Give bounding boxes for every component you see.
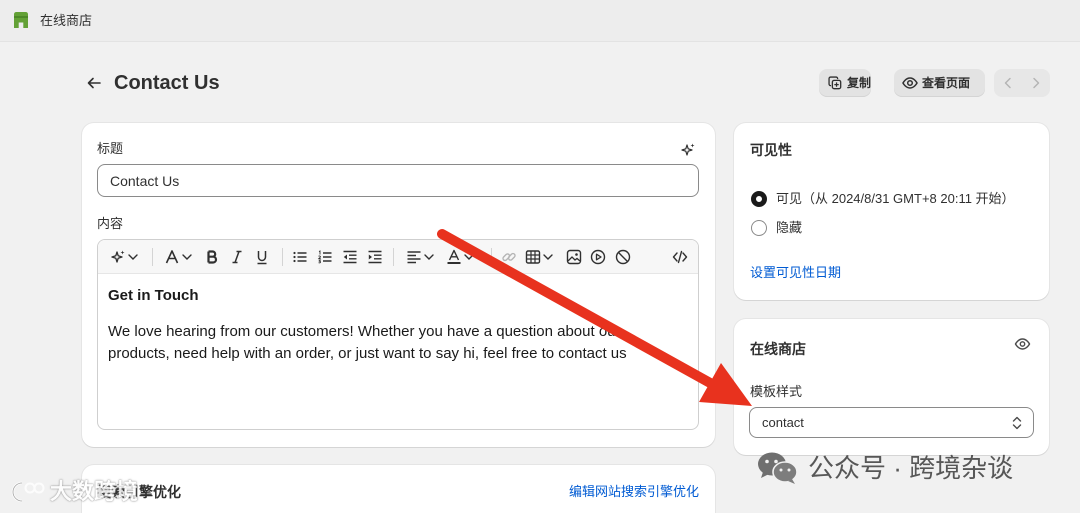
hidden-radio-label[interactable]: 隐藏 [776,220,802,236]
title-field-label: 标题 [97,141,124,156]
eye-icon[interactable] [1014,336,1031,352]
page-content-card: 标题 内容 [82,123,715,447]
align-left-icon [407,251,421,264]
set-visibility-date-link[interactable]: 设置可见性日期 [750,265,841,281]
content-field-label: 内容 [97,216,124,231]
template-label: 模板样式 [750,384,803,399]
eye-icon [902,77,918,89]
arrow-left-icon [87,77,101,89]
table-icon [525,250,541,264]
view-page-button[interactable]: 查看页面 [894,69,985,97]
text-color-dropdown[interactable] [446,248,474,266]
numbered-list-button[interactable] [317,248,333,266]
link-icon [502,252,516,262]
bold-icon [207,250,218,264]
link-button[interactable] [501,248,517,266]
toolbar-divider [491,248,492,266]
template-select-value: contact [762,415,804,430]
hidden-radio[interactable] [751,220,767,236]
view-page-label: 查看页面 [922,76,971,90]
video-button[interactable] [590,248,606,266]
block-button[interactable] [615,248,631,266]
select-chevrons-icon [1012,416,1022,430]
duplicate-icon [828,76,842,90]
back-button[interactable] [84,73,104,93]
toolbar-divider [282,248,283,266]
chevron-left-icon [1004,77,1011,89]
chevron-down-icon [464,254,474,260]
block-icon [615,249,631,265]
indent-icon [368,250,382,264]
code-icon [672,250,688,264]
table-dropdown[interactable] [525,248,553,266]
online-store-title: 在线商店 [750,341,806,357]
bullet-list-icon [293,251,307,263]
sparkle-icon [111,250,125,263]
template-select[interactable]: contact [749,407,1034,438]
sparkle-icon[interactable] [680,142,696,158]
ai-tools-dropdown[interactable] [110,248,138,266]
store-label: 在线商店 [40,13,93,28]
title-input[interactable] [97,164,699,197]
align-dropdown[interactable] [406,248,434,266]
content-heading: Get in Touch [108,287,199,304]
italic-icon [232,250,242,264]
online-store-logo-icon[interactable] [11,10,31,30]
italic-button[interactable] [229,248,245,266]
visibility-title: 可见性 [750,142,792,158]
bullet-list-button[interactable] [292,248,308,266]
indent-button[interactable] [367,248,383,266]
previous-page-button[interactable] [994,69,1022,97]
chevron-down-icon [182,254,192,260]
outdent-icon [343,250,357,264]
visible-radio[interactable] [751,191,767,207]
top-bar: 在线商店 [0,0,1080,42]
chevron-down-icon [128,254,138,260]
chevron-down-icon [424,254,434,260]
bold-button[interactable] [204,248,220,266]
outdent-button[interactable] [342,248,358,266]
next-page-button[interactable] [1022,69,1050,97]
visible-radio-label[interactable]: 可见（从 2024/8/31 GMT+8 20:11 开始） [776,191,1015,207]
image-icon [566,249,582,265]
toolbar-divider [393,248,394,266]
image-button[interactable] [566,248,582,266]
wechat-watermark: 公众号 · 跨境杂谈 [808,453,1014,483]
chevron-right-icon [1033,77,1040,89]
font-style-dropdown[interactable] [164,248,192,266]
page-title: Contact Us [114,72,220,94]
code-view-button[interactable] [672,248,688,266]
underline-icon [257,251,267,265]
rich-text-editor[interactable]: Get in Touch We love hearing from our cu… [97,239,699,430]
text-color-icon [447,249,461,264]
online-store-card: 在线商店 模板样式 contact [734,319,1049,455]
underline-button[interactable] [254,248,270,266]
numbered-list-icon [317,250,332,264]
font-style-icon [165,250,179,264]
editor-body[interactable]: Get in Touch We love hearing from our cu… [108,286,668,365]
content-paragraph: We love hearing from our customers! Whet… [108,323,627,362]
editor-toolbar [98,240,698,274]
video-icon [590,249,606,265]
duplicate-button[interactable]: 复制 [819,69,871,97]
wechat-icon [758,452,798,484]
seo-card: 搜索引擎优化 编辑网站搜索引擎优化 [82,465,715,513]
corner-watermark-logo-icon [11,481,45,503]
page-pagination [994,69,1050,97]
edit-seo-link[interactable]: 编辑网站搜索引擎优化 [569,484,699,500]
chevron-down-icon [543,254,553,260]
corner-watermark: 大数跨境 [50,479,139,504]
duplicate-label: 复制 [847,76,872,90]
toolbar-divider [152,248,153,266]
visibility-card: 可见性 可见（从 2024/8/31 GMT+8 20:11 开始） 隐藏 设置… [734,123,1049,300]
